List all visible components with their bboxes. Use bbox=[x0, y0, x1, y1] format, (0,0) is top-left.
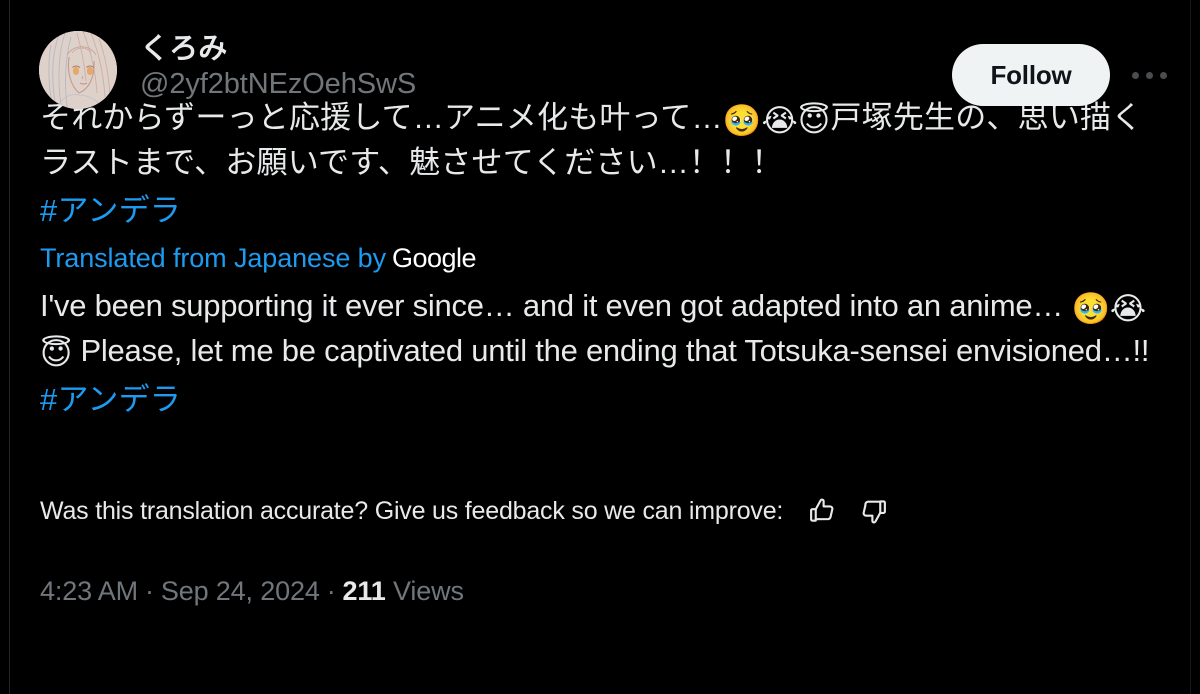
thumbs-down-icon[interactable] bbox=[857, 494, 891, 528]
translated-text-part1: I've been supporting it ever since… and … bbox=[40, 288, 1072, 323]
translation-attribution: Translated from Japanese by Google bbox=[40, 231, 1164, 285]
more-options-icon[interactable] bbox=[1126, 52, 1172, 98]
post-date[interactable]: Sep 24, 2024 bbox=[161, 576, 320, 606]
user-handle[interactable]: @2yf2btNEzOehSwS bbox=[140, 66, 416, 103]
post-time[interactable]: 4:23 AM bbox=[40, 576, 138, 606]
meta-separator: · bbox=[145, 576, 154, 606]
translated-text-part2: Please, let me be captivated until the e… bbox=[72, 333, 1150, 368]
header-actions: Follow bbox=[952, 44, 1172, 106]
more-dot bbox=[1131, 71, 1139, 79]
feedback-prompt: Was this translation accurate? Give us f… bbox=[40, 497, 784, 525]
tweet-header: くろみ @2yf2btNEzOehSwS Follow bbox=[10, 0, 1190, 109]
views-label bbox=[386, 576, 393, 606]
thumbs-up-icon[interactable] bbox=[805, 494, 839, 528]
original-text-part1: それからずーっと応援して…アニメ化も叶って… bbox=[40, 100, 723, 135]
post-metadata: 4:23 AM · Sep 24, 2024 · 211 Views bbox=[40, 529, 1164, 607]
tweet-card: くろみ @2yf2btNEzOehSwS Follow それからずーっと応援して… bbox=[9, 0, 1191, 694]
google-wordmark: Google bbox=[391, 243, 477, 273]
translated-post-text: I've been supporting it ever since… and … bbox=[40, 285, 1164, 375]
display-name[interactable]: くろみ bbox=[140, 32, 416, 66]
translated-by-label[interactable]: Translated from Japanese by bbox=[40, 243, 386, 273]
identity-block: くろみ @2yf2btNEzOehSwS bbox=[140, 31, 416, 103]
avatar[interactable] bbox=[39, 31, 117, 109]
more-dot bbox=[1145, 71, 1153, 79]
translation-feedback-row: Was this translation accurate? Give us f… bbox=[40, 420, 1164, 529]
hashtag-andera-translated[interactable]: #アンデラ bbox=[40, 375, 1164, 420]
tweet-body: それからずーっと応援して…アニメ化も叶って…🥹😭😇戸塚先生の、思い描くラストまで… bbox=[10, 92, 1190, 607]
view-count: 211 bbox=[342, 576, 386, 606]
original-emoji-group: 🥹😭😇 bbox=[722, 103, 831, 139]
meta-separator: · bbox=[326, 576, 336, 606]
views-word: Views bbox=[393, 576, 464, 606]
hashtag-andera-original[interactable]: #アンデラ bbox=[40, 183, 1164, 231]
more-dot bbox=[1159, 71, 1167, 79]
follow-button[interactable]: Follow bbox=[952, 44, 1110, 106]
